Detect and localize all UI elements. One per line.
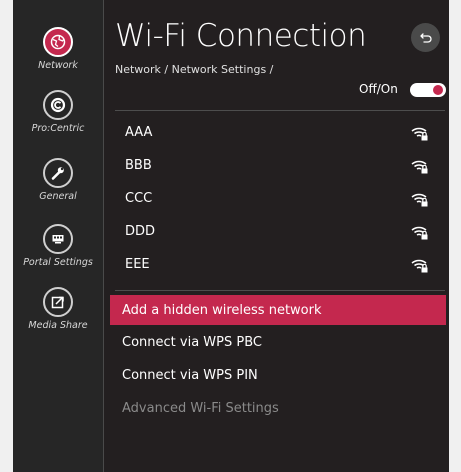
- back-icon: [419, 32, 432, 43]
- wifi-locked-icon: [411, 259, 428, 272]
- main-panel: Wi-Fi Connection Network / Network Setti…: [104, 0, 449, 472]
- breadcrumb: Network / Network Settings /: [115, 63, 274, 76]
- toggle-knob: [433, 85, 443, 95]
- sidebar-item-general[interactable]: General: [13, 158, 103, 202]
- network-item[interactable]: EEE: [115, 248, 445, 281]
- sidebar-item-label: General: [39, 191, 77, 202]
- network-item[interactable]: DDD: [115, 215, 445, 248]
- wifi-toggle[interactable]: [410, 83, 446, 97]
- network-item[interactable]: AAA: [115, 116, 445, 149]
- divider: [115, 290, 445, 291]
- advanced-wifi-settings-button: Advanced Wi-Fi Settings: [122, 400, 279, 416]
- procentric-icon: [43, 90, 73, 120]
- page-title: Wi-Fi Connection: [115, 18, 367, 54]
- sidebar-item-media-share[interactable]: Media Share: [13, 287, 103, 331]
- sidebar-item-portal-settings[interactable]: Portal Settings: [13, 224, 103, 268]
- wrench-icon: [43, 158, 73, 188]
- network-name: AAA: [125, 125, 153, 140]
- network-name: DDD: [125, 224, 156, 239]
- wifi-locked-icon: [411, 160, 428, 173]
- sidebar-item-network[interactable]: Network: [13, 27, 103, 71]
- share-icon: [43, 287, 73, 317]
- sidebar-item-label: Portal Settings: [23, 257, 93, 268]
- network-name: BBB: [125, 158, 152, 173]
- back-button[interactable]: [411, 23, 440, 52]
- portal-icon: [43, 224, 73, 254]
- sidebar-item-label: Pro:Centric: [31, 123, 85, 134]
- add-hidden-network-button[interactable]: Add a hidden wireless network: [110, 295, 446, 325]
- wifi-locked-icon: [411, 226, 428, 239]
- sidebar-item-label: Network: [38, 60, 78, 71]
- sidebar-item-label: Media Share: [28, 320, 88, 331]
- globe-icon: [43, 27, 73, 57]
- network-name: EEE: [125, 257, 150, 272]
- network-item[interactable]: BBB: [115, 149, 445, 182]
- divider: [115, 110, 445, 111]
- wifi-locked-icon: [411, 193, 428, 206]
- wifi-toggle-label: Off/On: [359, 82, 398, 96]
- wifi-locked-icon: [411, 127, 428, 140]
- settings-sidebar: Network Pro:Centric General Portal Setti…: [13, 0, 104, 472]
- network-name: CCC: [125, 191, 153, 206]
- sidebar-item-procentric[interactable]: Pro:Centric: [13, 90, 103, 134]
- network-item[interactable]: CCC: [115, 182, 445, 215]
- wps-pbc-button[interactable]: Connect via WPS PBC: [110, 327, 446, 357]
- wps-pin-button[interactable]: Connect via WPS PIN: [110, 360, 446, 390]
- tv-settings-screen: Network Pro:Centric General Portal Setti…: [13, 0, 449, 472]
